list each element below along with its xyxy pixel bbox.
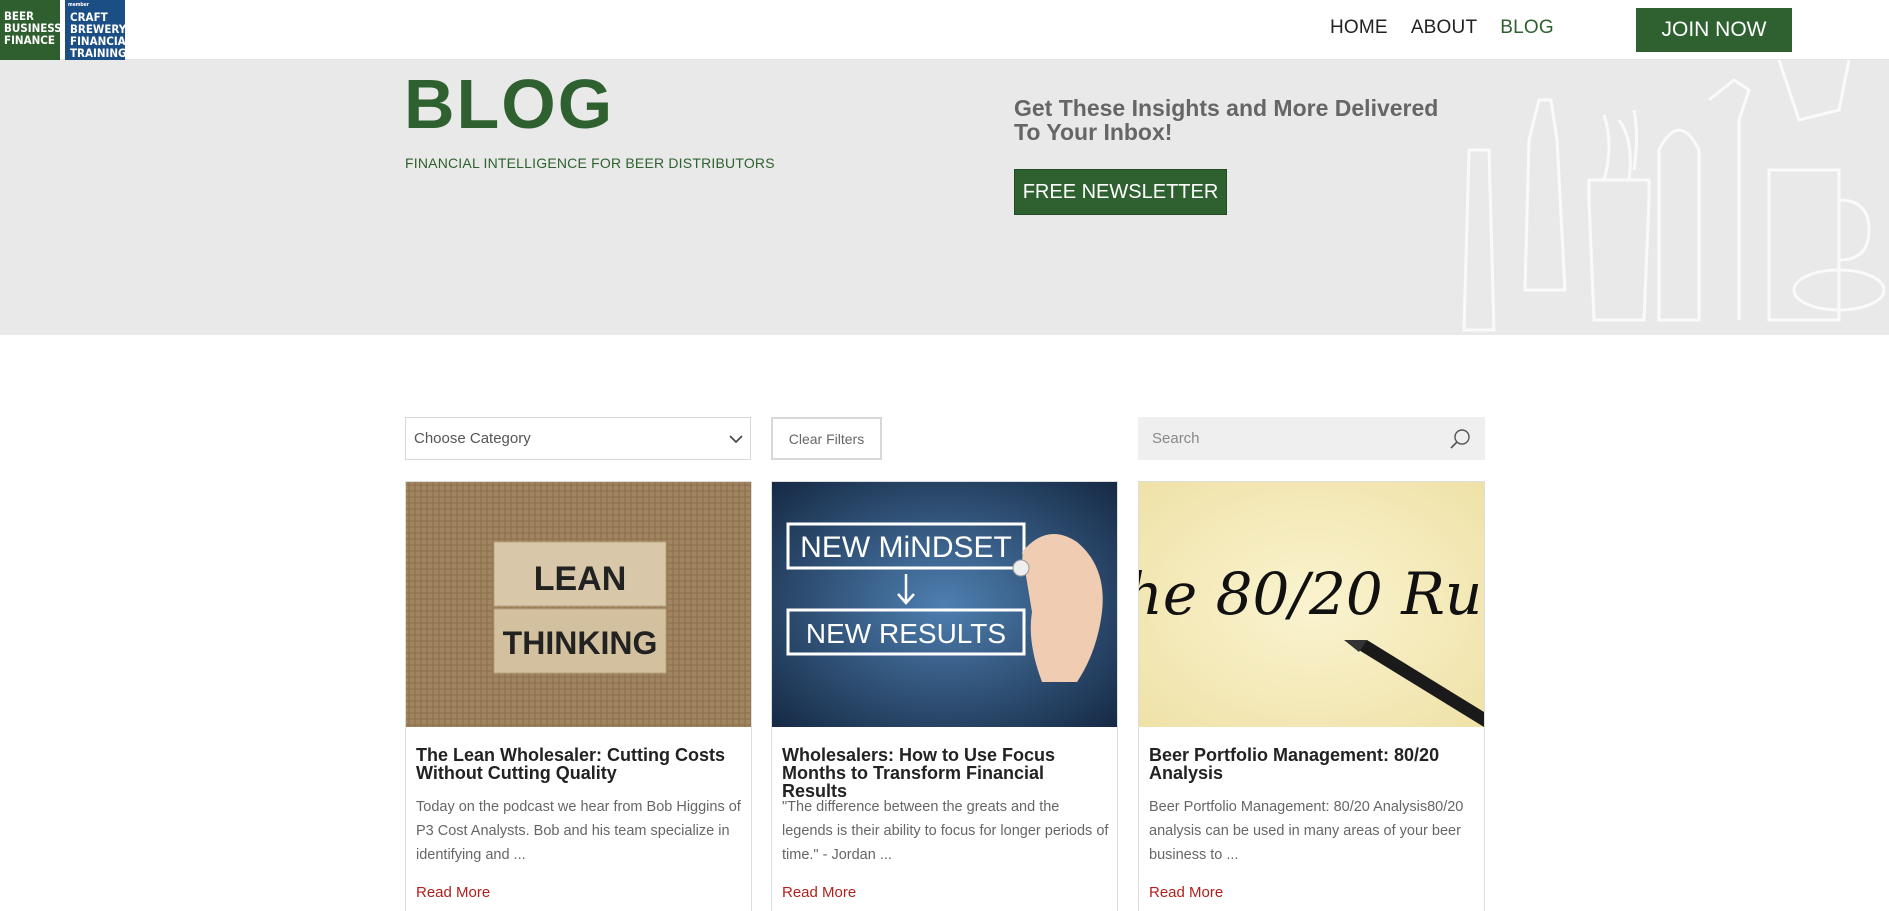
- logo-text-line: FINANCE: [4, 33, 55, 47]
- post-title[interactable]: Wholesalers: How to Use Focus Months to …: [782, 746, 1102, 800]
- post-image-lean-thinking[interactable]: LEAN THINKING: [406, 482, 751, 727]
- blog-hero: BLOG FINANCIAL INTELLIGENCE FOR BEER DIS…: [0, 60, 1889, 335]
- nav-home[interactable]: HOME: [1330, 17, 1388, 39]
- post-excerpt: Today on the podcast we hear from Bob Hi…: [416, 799, 741, 863]
- craft-brewery-financial-training-logo[interactable]: member CRAFT BREWERY FINANCIAL TRAINING: [65, 0, 132, 60]
- post-image-80-20-rule[interactable]: The 80/20 Rule: [1139, 482, 1484, 727]
- logo-text-line: TRAINING: [70, 46, 127, 60]
- image-text: NEW MiNDSET: [800, 531, 1012, 564]
- post-excerpt: Beer Portfolio Management: 80/20 Analysi…: [1149, 799, 1464, 863]
- beer-business-finance-logo[interactable]: BEER BUSINESS FINANCE: [0, 0, 62, 60]
- free-newsletter-button[interactable]: FREE NEWSLETTER: [1014, 169, 1227, 215]
- main-nav: HOME ABOUT BLOG: [1330, 17, 1577, 39]
- image-text: LEAN: [534, 560, 627, 598]
- read-more-link[interactable]: Read More: [1149, 884, 1223, 901]
- nav-about[interactable]: ABOUT: [1411, 17, 1477, 39]
- blog-card[interactable]: NEW MiNDSET NEW RESULTS Wholesalers: How…: [771, 481, 1118, 911]
- newsletter-heading: Get These Insights and More Delivered To…: [1014, 95, 1439, 145]
- image-text: THINKING: [503, 625, 658, 661]
- beer-illustration-background: [1462, 60, 1886, 332]
- blog-card[interactable]: The 80/20 Rule Beer Portfolio Management…: [1138, 481, 1485, 911]
- search-icon[interactable]: [1449, 428, 1471, 450]
- search-input[interactable]: Search: [1138, 417, 1485, 460]
- page-title: BLOG: [404, 65, 615, 143]
- category-select-value: Choose Category: [414, 430, 531, 447]
- category-select[interactable]: Choose Category: [405, 417, 751, 460]
- nav-blog[interactable]: BLOG: [1500, 17, 1554, 39]
- image-text: NEW RESULTS: [806, 618, 1006, 649]
- read-more-link[interactable]: Read More: [416, 884, 490, 901]
- post-title[interactable]: The Lean Wholesaler: Cutting Costs Witho…: [416, 746, 736, 782]
- logo-tiny-text: member: [68, 2, 89, 8]
- search-placeholder: Search: [1152, 430, 1200, 447]
- post-image-new-mindset[interactable]: NEW MiNDSET NEW RESULTS: [772, 482, 1117, 727]
- post-excerpt: "The difference between the greats and t…: [782, 799, 1109, 863]
- chevron-down-icon: [729, 435, 743, 444]
- post-title[interactable]: Beer Portfolio Management: 80/20 Analysi…: [1149, 746, 1469, 782]
- join-now-button[interactable]: JOIN NOW: [1636, 8, 1792, 52]
- read-more-link[interactable]: Read More: [782, 884, 856, 901]
- blog-card[interactable]: LEAN THINKING The Lean Wholesaler: Cutti…: [405, 481, 752, 911]
- image-text: The 80/20 Rule: [1139, 560, 1484, 628]
- clear-filters-button[interactable]: Clear Filters: [771, 417, 882, 460]
- site-header: BEER BUSINESS FINANCE member CRAFT BREWE…: [0, 0, 1889, 60]
- page-subtitle: FINANCIAL INTELLIGENCE FOR BEER DISTRIBU…: [405, 155, 775, 171]
